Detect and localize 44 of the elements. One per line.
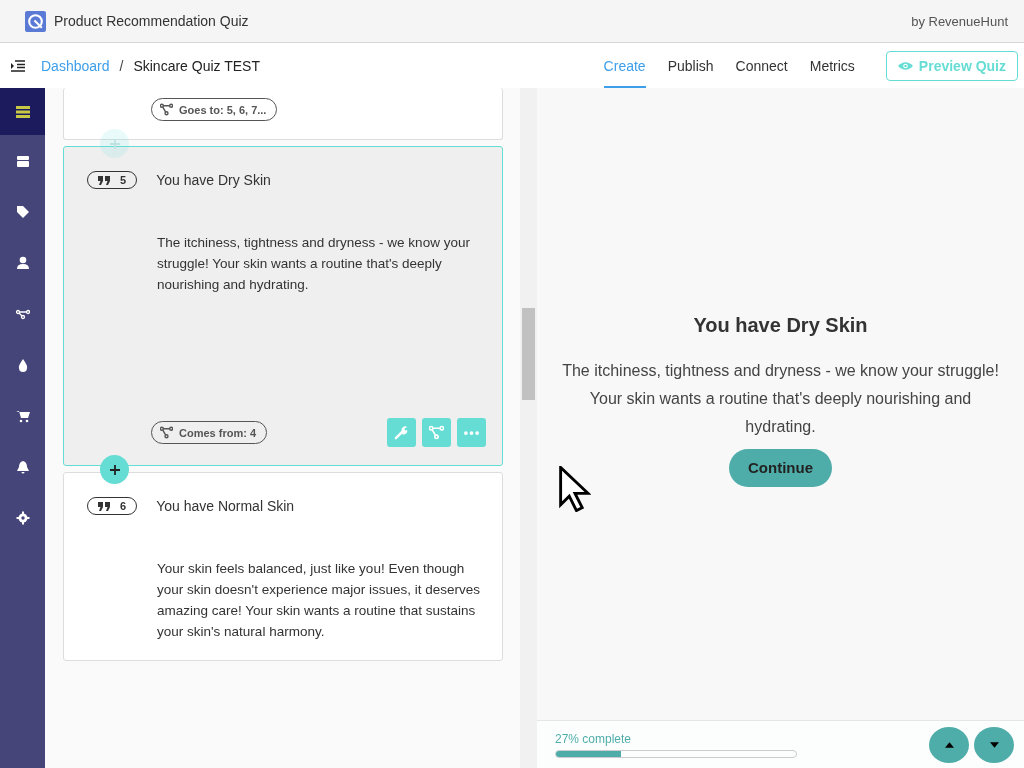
card-title: You have Normal Skin — [156, 498, 295, 514]
question-card[interactable] — [63, 472, 503, 661]
sidebar-item[interactable] — [0, 88, 45, 135]
plus-icon — [109, 138, 120, 149]
preview-title: You have Dry Skin — [693, 313, 868, 337]
continue-button[interactable]: Continue — [729, 448, 832, 487]
branch-icon — [160, 103, 173, 116]
question-card[interactable]: Goes to: 5, 6, 7... — [63, 88, 503, 140]
nav-tab[interactable]: Publish — [667, 43, 714, 88]
question-card[interactable]: 5 You have Dry Skin The itchiness, tightness and dryness - we know your struggle! Your skin wants a routine that's deeply nourishing and hydrating. Comes from: 4 — [63, 146, 503, 466]
caret-down-icon — [989, 741, 999, 748]
app-title: Product Recommendation Quiz — [54, 13, 250, 29]
wrench-icon — [394, 425, 409, 440]
card-body-text: Your skin feels balanced, just like you! Even though your skin doesn't experience major issues, it deserves amazing care! Your skin wants a routine that sustains your skin's natural harmony. — [157, 560, 481, 641]
card-title: You have Dry Skin — [156, 172, 271, 188]
scrollbar[interactable] — [520, 88, 537, 768]
person-icon — [15, 255, 30, 270]
question-number: 5 — [120, 174, 127, 186]
plus-icon — [109, 464, 120, 475]
quote-icon — [98, 501, 110, 511]
nav-tab[interactable]: Connect — [735, 43, 788, 88]
quote-icon — [98, 175, 110, 185]
vendor-label: by RevenueHunt — [911, 13, 1008, 29]
tag-icon — [15, 204, 30, 219]
caret-up-icon — [944, 741, 954, 748]
menu-icon[interactable] — [11, 59, 25, 72]
breadcrumb-separator: / — [119, 57, 124, 74]
progress-label: 27% complete — [555, 731, 633, 746]
list-icon — [15, 104, 30, 119]
nav-tab[interactable]: Metrics — [809, 43, 855, 88]
next-button[interactable] — [974, 726, 1014, 763]
previous-button[interactable] — [929, 726, 969, 763]
cart-icon — [15, 408, 30, 423]
more-icon — [464, 430, 479, 435]
eye-icon — [897, 60, 913, 71]
breadcrumb-current: Skincare Quiz TEST — [133, 57, 260, 74]
branch-icon — [429, 425, 444, 440]
branch-icon — [160, 426, 173, 439]
preview-body-text: The itchiness, tightness and dryness - we know your struggle! Your skin wants a routine that's deeply nourishing and hydrating. — [561, 360, 1000, 437]
bell-icon — [15, 459, 30, 474]
app-logo-icon — [25, 10, 46, 32]
card-body-text: The itchiness, tightness and dryness - we know your struggle! Your skin wants a routine that's deeply nourishing and hydrating. — [157, 234, 471, 294]
question-number: 6 — [120, 500, 127, 512]
cursor-icon — [559, 466, 591, 512]
